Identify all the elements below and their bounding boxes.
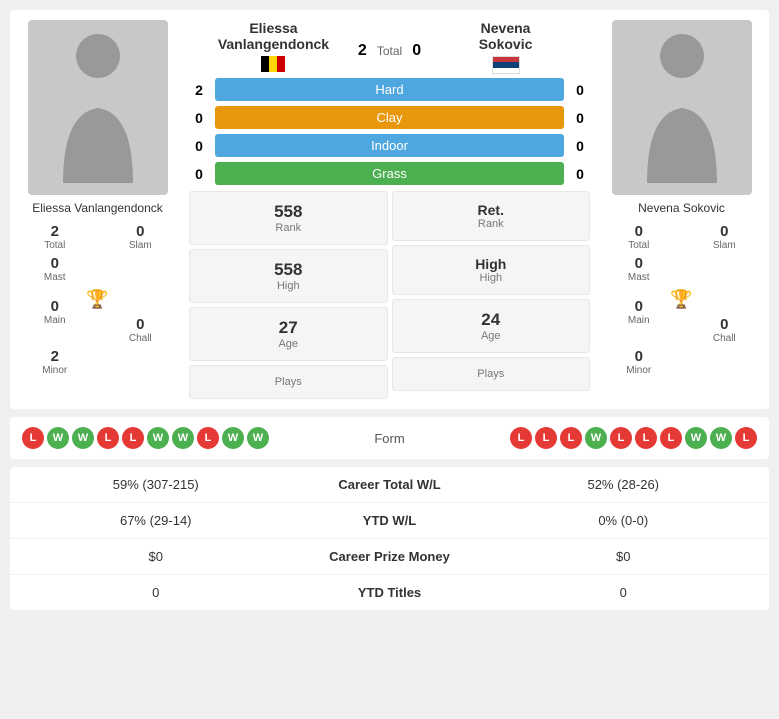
left-name-header: Eliessa Vanlangendonck xyxy=(189,20,358,74)
grass-badge: Grass xyxy=(215,162,564,185)
bottom-right-val: 52% (28-26) xyxy=(490,477,758,492)
indoor-badge: Indoor xyxy=(215,134,564,157)
bottom-center-label: YTD Titles xyxy=(290,585,490,600)
form-badge-W: W xyxy=(585,427,607,449)
left-player-card: Eliessa Vanlangendonck 2 Total 0 Slam 0 … xyxy=(10,10,185,409)
indoor-row: 0 Indoor 0 xyxy=(189,134,590,157)
left-form-badges: LWWLLWWLWW xyxy=(22,427,269,449)
clay-row: 0 Clay 0 xyxy=(189,106,590,129)
right-stat-boxes: Ret. Rank High High 24 Age Plays xyxy=(392,191,591,399)
bottom-center-label: Career Total W/L xyxy=(290,477,490,492)
left-minor-stat: 2 Minor xyxy=(18,348,92,376)
left-plays-box: Plays xyxy=(189,365,388,399)
right-player-name: Nevena Sokovic xyxy=(638,201,725,215)
right-main-stat: 0 Main xyxy=(602,298,676,344)
bottom-center-label: Career Prize Money xyxy=(290,549,490,564)
form-badge-L: L xyxy=(735,427,757,449)
clay-badge: Clay xyxy=(215,106,564,129)
form-badge-W: W xyxy=(147,427,169,449)
right-minor-stat: 0 Minor xyxy=(602,348,676,376)
left-rank-box: 558 Rank xyxy=(189,191,388,245)
names-header: Eliessa Vanlangendonck 2 Total 0 xyxy=(189,20,590,74)
form-badge-L: L xyxy=(97,427,119,449)
form-badge-W: W xyxy=(47,427,69,449)
right-slam-stat: 0 Slam xyxy=(688,223,762,251)
stat-cols: 558 Rank 558 High 27 Age Plays xyxy=(189,191,590,399)
form-badge-L: L xyxy=(610,427,632,449)
bottom-stats: 59% (307-215) Career Total W/L 52% (28-2… xyxy=(10,467,769,610)
right-total-stat: 0 Total xyxy=(602,223,676,251)
form-badge-W: W xyxy=(710,427,732,449)
form-label: Form xyxy=(277,431,502,446)
main-container: Eliessa Vanlangendonck 2 Total 0 Slam 0 … xyxy=(0,0,779,620)
right-age-box: 24 Age xyxy=(392,299,591,353)
grass-row: 0 Grass 0 xyxy=(189,162,590,185)
form-badge-W: W xyxy=(172,427,194,449)
form-badge-W: W xyxy=(685,427,707,449)
right-high-box: High High xyxy=(392,245,591,295)
form-badge-W: W xyxy=(222,427,244,449)
bottom-right-val: 0 xyxy=(490,585,758,600)
form-badge-W: W xyxy=(72,427,94,449)
surface-comparison: 2 Hard 0 0 Clay 0 0 Indoor 0 0 Grass xyxy=(189,78,590,185)
left-high-box: 558 High xyxy=(189,249,388,303)
right-name-header: Nevena Sokovic xyxy=(421,20,590,74)
form-badge-L: L xyxy=(510,427,532,449)
left-stat-boxes: 558 Rank 558 High 27 Age Plays xyxy=(189,191,388,399)
bottom-left-val: 59% (307-215) xyxy=(22,477,290,492)
right-rank-box: Ret. Rank xyxy=(392,191,591,241)
form-badge-L: L xyxy=(635,427,657,449)
comparison-section: Eliessa Vanlangendonck 2 Total 0 Slam 0 … xyxy=(10,10,769,409)
form-badge-L: L xyxy=(560,427,582,449)
form-badge-L: L xyxy=(122,427,144,449)
form-badge-L: L xyxy=(535,427,557,449)
bottom-row: 0 YTD Titles 0 xyxy=(10,575,769,610)
right-mast-stat: 0 Mast xyxy=(602,255,676,283)
right-flag xyxy=(421,56,590,74)
bottom-left-val: 0 xyxy=(22,585,290,600)
bottom-right-val: 0% (0-0) xyxy=(490,513,758,528)
right-plays-box: Plays xyxy=(392,357,591,391)
hard-row: 2 Hard 0 xyxy=(189,78,590,101)
form-badge-L: L xyxy=(660,427,682,449)
left-slam-stat: 0 Slam xyxy=(104,223,178,251)
left-mast-stat: 0 Mast xyxy=(18,255,92,283)
hard-badge: Hard xyxy=(215,78,564,101)
center-section: Eliessa Vanlangendonck 2 Total 0 xyxy=(185,10,594,409)
form-section: LWWLLWWLWW Form LLLWLLLWWL xyxy=(10,417,769,459)
form-badge-L: L xyxy=(197,427,219,449)
left-total-stat: 2 Total xyxy=(18,223,92,251)
bottom-left-val: 67% (29-14) xyxy=(22,513,290,528)
left-flag xyxy=(189,56,358,72)
bottom-center-label: YTD W/L xyxy=(290,513,490,528)
left-player-name: Eliessa Vanlangendonck xyxy=(32,201,163,215)
bottom-right-val: $0 xyxy=(490,549,758,564)
right-chall-stat: 0 Chall xyxy=(688,316,762,344)
right-player-card: Nevena Sokovic 0 Total 0 Slam 0 Mast 🏆 xyxy=(594,10,769,409)
bottom-row: 59% (307-215) Career Total W/L 52% (28-2… xyxy=(10,467,769,503)
right-form-badges: LLLWLLLWWL xyxy=(510,427,757,449)
bottom-left-val: $0 xyxy=(22,549,290,564)
left-age-box: 27 Age xyxy=(189,307,388,361)
left-chall-stat: 0 Chall xyxy=(104,316,178,344)
bottom-row: 67% (29-14) YTD W/L 0% (0-0) xyxy=(10,503,769,539)
left-main-stat: 0 Main xyxy=(18,298,92,344)
form-badge-W: W xyxy=(247,427,269,449)
right-player-avatar xyxy=(612,20,752,195)
total-row: 2 Total 0 xyxy=(358,20,421,74)
left-player-avatar xyxy=(28,20,168,195)
bottom-row: $0 Career Prize Money $0 xyxy=(10,539,769,575)
form-badge-L: L xyxy=(22,427,44,449)
